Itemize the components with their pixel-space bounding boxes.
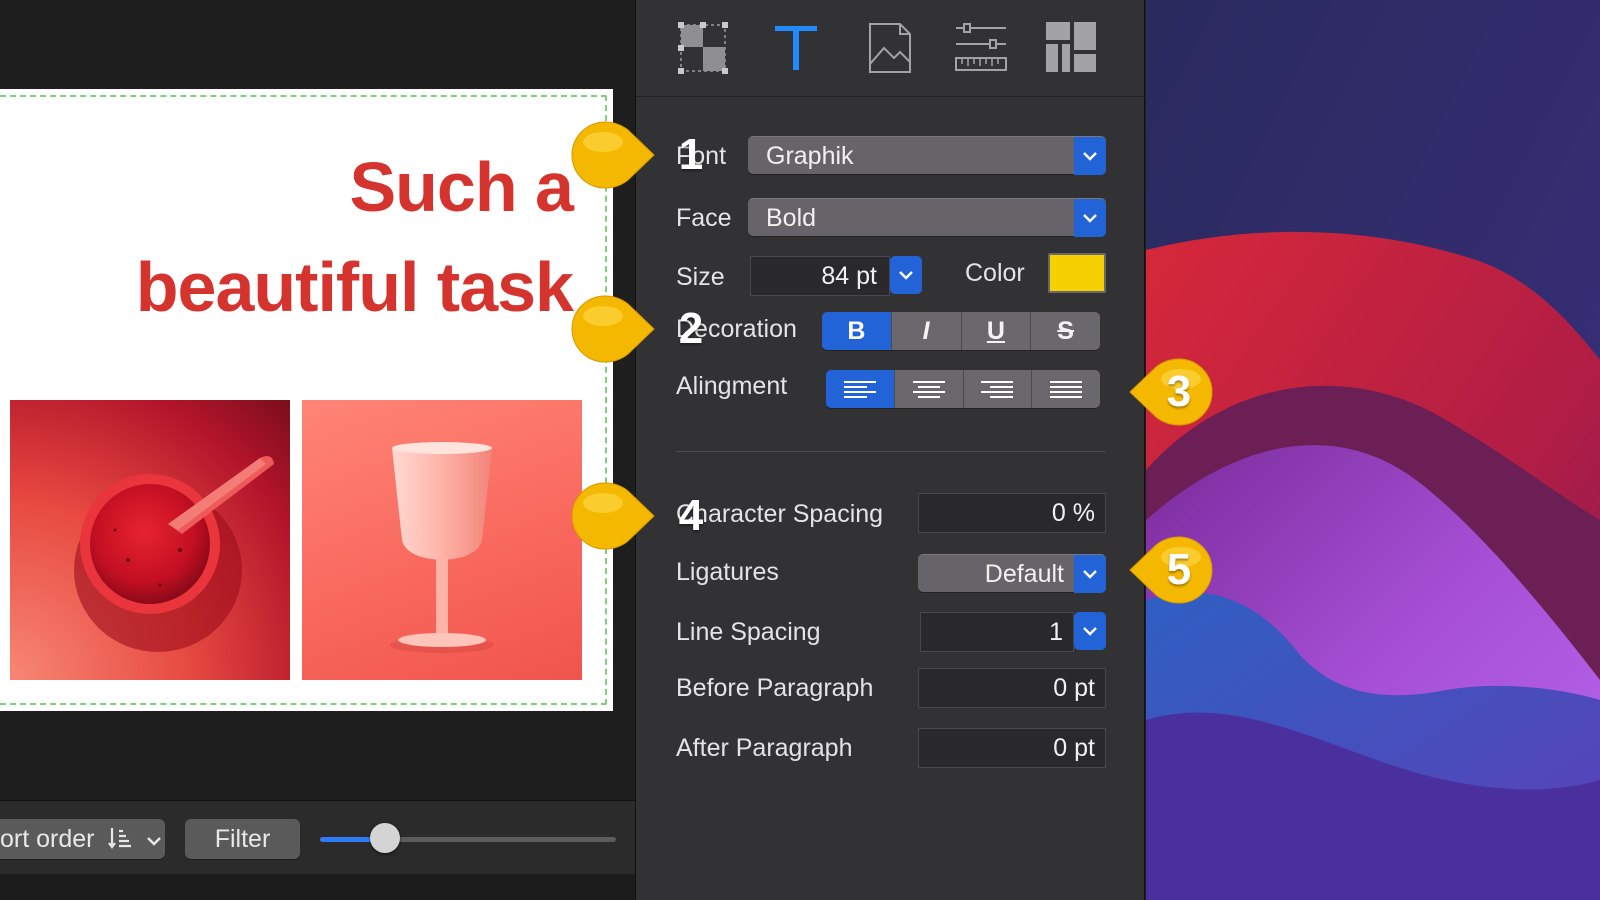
callout-number: 1 [678,130,704,179]
chevron-down-icon [1074,555,1106,593]
app-window: Such a beautiful task ort order Filter F… [0,0,1600,900]
line-spacing-label: Line Spacing [676,618,821,646]
sort-order-icon [108,828,132,849]
chevron-down-icon [1074,199,1106,237]
document-editor: Such a beautiful task ort order Filter [0,0,635,900]
callout-marker-4: 4 [570,481,703,551]
chevron-down-icon [147,837,162,846]
color-well[interactable] [1048,253,1106,293]
sort-order-button[interactable]: ort order [0,819,165,859]
face-popup[interactable]: Bold [748,198,1106,237]
callout-marker-2: 2 [570,294,703,364]
face-label: Face [676,204,732,232]
alignment-segmented-control [826,370,1100,408]
bold-button[interactable]: B [822,312,892,350]
smoothie-cup-photo[interactable] [10,400,290,680]
size-stepper[interactable] [890,256,922,294]
decoration-segmented-control: B I U S [822,312,1100,350]
inspector-tabbar [636,0,1146,97]
after-paragraph-label: After Paragraph [676,734,853,762]
ligatures-popup[interactable]: Default [918,554,1106,593]
bottom-toolbar: ort order Filter [0,800,635,900]
font-popup[interactable]: Graphik [748,136,1106,175]
align-right-icon [981,381,1014,398]
before-paragraph-label: Before Paragraph [676,674,874,702]
align-left-icon [843,381,876,398]
desktop-wallpaper [1146,0,1600,900]
color-label: Color [965,259,1025,287]
arrange-blocks-icon[interactable] [1044,20,1098,76]
callout-marker-1: 1 [570,120,703,190]
align-left-button[interactable] [826,370,895,408]
filter-button[interactable]: Filter [185,819,300,859]
callout-number: 2 [678,304,704,353]
align-justify-icon [1050,381,1083,398]
headline-line-2[interactable]: beautiful task [136,247,574,327]
callout-number: 4 [678,491,704,540]
after-paragraph-field[interactable]: 0 pt [918,728,1106,768]
font-value: Graphik [766,142,854,170]
size-label: Size [676,263,725,291]
wine-glass-photo[interactable] [302,400,582,680]
document-page[interactable]: Such a beautiful task [0,89,613,711]
callout-badge-icon [571,295,655,363]
sort-order-label: ort order [0,825,95,853]
ruler-sliders-icon[interactable] [954,20,1008,76]
callout-badge-icon [571,482,655,550]
chevron-down-icon [890,256,922,294]
zoom-slider-knob[interactable] [370,823,401,853]
callout-marker-5: 5 [1128,535,1214,605]
callout-marker-3: 3 [1128,357,1214,427]
zoom-slider[interactable] [320,823,616,853]
callout-number: 3 [1166,367,1192,416]
align-center-button[interactable] [894,370,964,408]
text-t-icon[interactable] [769,20,823,76]
align-center-icon [912,381,945,398]
headline-line-1[interactable]: Such a [349,147,574,227]
line-spacing-stepper[interactable] [1074,612,1106,650]
face-value: Bold [766,204,817,232]
strikethrough-button[interactable]: S [1031,312,1100,350]
status-strip [0,874,635,900]
size-field[interactable]: 84 pt [750,256,890,296]
chevron-down-icon [1074,137,1106,175]
section-divider [676,451,1106,452]
align-justify-button[interactable] [1032,370,1100,408]
line-spacing-field[interactable]: 1 [920,612,1074,652]
chevron-down-icon [1074,612,1106,650]
ligatures-label: Ligatures [676,558,779,586]
image-icon[interactable] [862,20,916,76]
callout-badge-icon [571,121,655,189]
underline-button[interactable]: U [961,312,1032,350]
ligatures-value: Default [984,560,1064,588]
italic-button[interactable]: I [891,312,962,350]
align-right-button[interactable] [963,370,1033,408]
layout-grid-icon[interactable] [676,20,730,76]
alignment-label: Alingment [676,372,788,400]
before-paragraph-field[interactable]: 0 pt [918,668,1106,708]
character-spacing-field[interactable]: 0 % [918,493,1106,533]
callout-number: 5 [1166,545,1192,594]
